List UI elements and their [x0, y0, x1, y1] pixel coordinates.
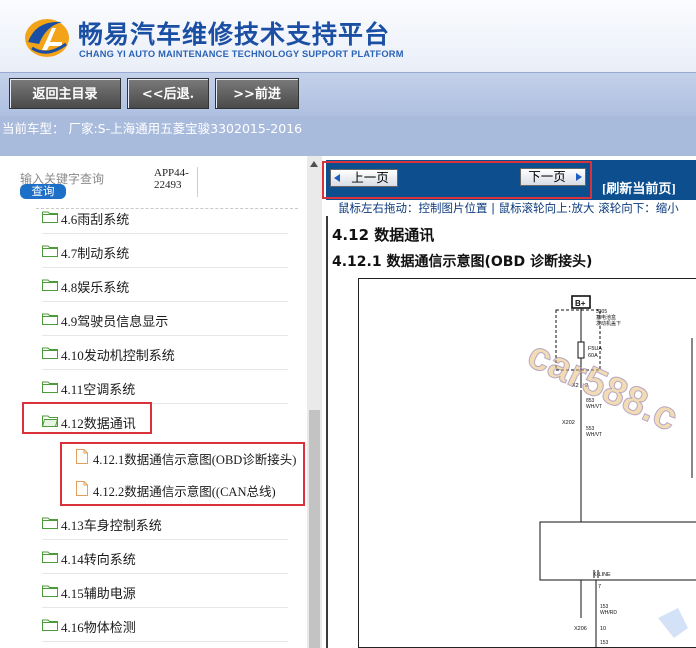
- battery-label: B+: [575, 299, 586, 308]
- highlight-box-nav: [322, 161, 592, 199]
- connector-x202: X202: [562, 420, 575, 426]
- forward-button[interactable]: >>前进: [215, 78, 299, 109]
- scroll-thumb[interactable]: [309, 410, 320, 648]
- site-header: 畅易汽车维修技术支持平台 CHANG YI AUTO MAINTENANCE T…: [0, 0, 696, 72]
- tree-item[interactable]: 4.9驾驶员信息显示: [42, 302, 288, 336]
- folder-icon: [42, 619, 58, 631]
- tree-item[interactable]: 4.16物体检测: [42, 608, 288, 642]
- tree-item[interactable]: 4.15辅助电源: [42, 574, 288, 608]
- fuse-note-3: 发动机盖下: [596, 320, 621, 327]
- document-content[interactable]: 4.12 数据通讯 4.12.1 数据通信示意图(OBD 诊断接头) B+ 33…: [326, 216, 696, 648]
- folder-icon: [42, 585, 58, 597]
- wire-3-color: WH/RD: [600, 610, 617, 616]
- hint-text: 鼠标左右拖动：控制图片位置 | 鼠标滚轮向上:放大 滚轮向下：缩小: [338, 201, 679, 215]
- section-subtitle: 4.12.1 数据通信示意图(OBD 诊断接头): [332, 254, 593, 270]
- scroll-up-icon[interactable]: [310, 161, 318, 167]
- folder-icon: [42, 211, 58, 223]
- tree-item[interactable]: 4.14转向系统: [42, 540, 288, 574]
- folder-icon: [42, 313, 58, 325]
- back-button[interactable]: <<后退.: [127, 78, 209, 109]
- current-model-text: 当前车型： 厂家:S-上海通用五菱宝骏3302015-2016: [2, 121, 303, 136]
- brand-subtitle: CHANG YI AUTO MAINTENANCE TECHNOLOGY SUP…: [79, 49, 404, 59]
- refresh-page-link[interactable]: [刷新当前页]: [602, 178, 676, 197]
- section-title: 4.12 数据通讯: [332, 226, 435, 244]
- tree-item-label: 4.14转向系统: [61, 552, 136, 567]
- tree-item-label: 4.11空调系统: [61, 382, 136, 397]
- highlight-box-selected: [22, 402, 152, 434]
- pin-10: 10: [600, 626, 606, 632]
- folder-icon: [42, 279, 58, 291]
- tree-item[interactable]: 4.10发动机控制系统: [42, 336, 288, 370]
- wire-4-number: 153: [600, 640, 609, 646]
- fuse-label: F5UA: [588, 346, 602, 352]
- tree-item-label: 4.7制动系统: [61, 246, 130, 261]
- tree-item[interactable]: 4.13车身控制系统: [42, 506, 288, 540]
- app-window: 畅易汽车维修技术支持平台 CHANG YI AUTO MAINTENANCE T…: [0, 0, 696, 648]
- module-box: [539, 521, 696, 581]
- pin-7: 7: [598, 584, 601, 590]
- tree-item[interactable]: 4.11空调系统: [42, 370, 288, 404]
- folder-icon: [42, 245, 58, 257]
- brand-title: 畅易汽车维修技术支持平台: [78, 20, 391, 49]
- tree-item[interactable]: 4.7制动系统: [42, 234, 288, 268]
- tree-item-label: 4.9驾驶员信息显示: [61, 314, 169, 329]
- logo-icon: [25, 19, 69, 57]
- folder-icon: [42, 347, 58, 359]
- folder-icon: [42, 551, 58, 563]
- tree-item-label: 4.15辅助电源: [61, 586, 136, 601]
- highlight-box-subitems: [60, 442, 305, 506]
- connector-x206: X206: [574, 626, 587, 632]
- tree-scrollbar[interactable]: [307, 156, 322, 648]
- tree-item-label: 4.6雨刮系统: [61, 212, 130, 227]
- wiring-diagram[interactable]: B+ 3305 蓄电池盒 发动机盖下 F5UA 60A X2 2 853 WH/…: [358, 278, 696, 648]
- main-toolbar: 返回主目录 <<后退. >>前进: [0, 72, 696, 116]
- folder-icon: [42, 517, 58, 529]
- fuse-note-2: 蓄电池盒: [596, 314, 616, 321]
- tree-item-label: 4.10发动机控制系统: [61, 348, 175, 363]
- tree-item[interactable]: 4.8娱乐系统: [42, 268, 288, 302]
- home-button[interactable]: 返回主目录: [9, 78, 121, 109]
- catalog-panel: 输入关键字查询 查询 APP44- 22493 4.6雨刮系统 4.7制动系统 …: [0, 156, 322, 648]
- tree-item[interactable]: 4.6雨刮系统: [42, 200, 288, 234]
- kline-label: K-LINE: [593, 572, 611, 578]
- folder-icon: [42, 381, 58, 393]
- tree-item-label: 4.16物体检测: [61, 620, 136, 635]
- viewer-panel: 上一页 下一页 [刷新当前页] 鼠标左右拖动：控制图片位置 | 鼠标滚轮向上:放…: [322, 156, 696, 648]
- tree-item-label: 4.13车身控制系统: [61, 518, 162, 533]
- wire-2-color: WH/VT: [586, 432, 602, 438]
- hint-bar: 鼠标左右拖动：控制图片位置 | 鼠标滚轮向上:放大 滚轮向下：缩小: [326, 200, 696, 216]
- current-model-bar: 当前车型： 厂家:S-上海通用五菱宝骏3302015-2016: [0, 116, 696, 156]
- tree-item-label: 4.8娱乐系统: [61, 280, 130, 295]
